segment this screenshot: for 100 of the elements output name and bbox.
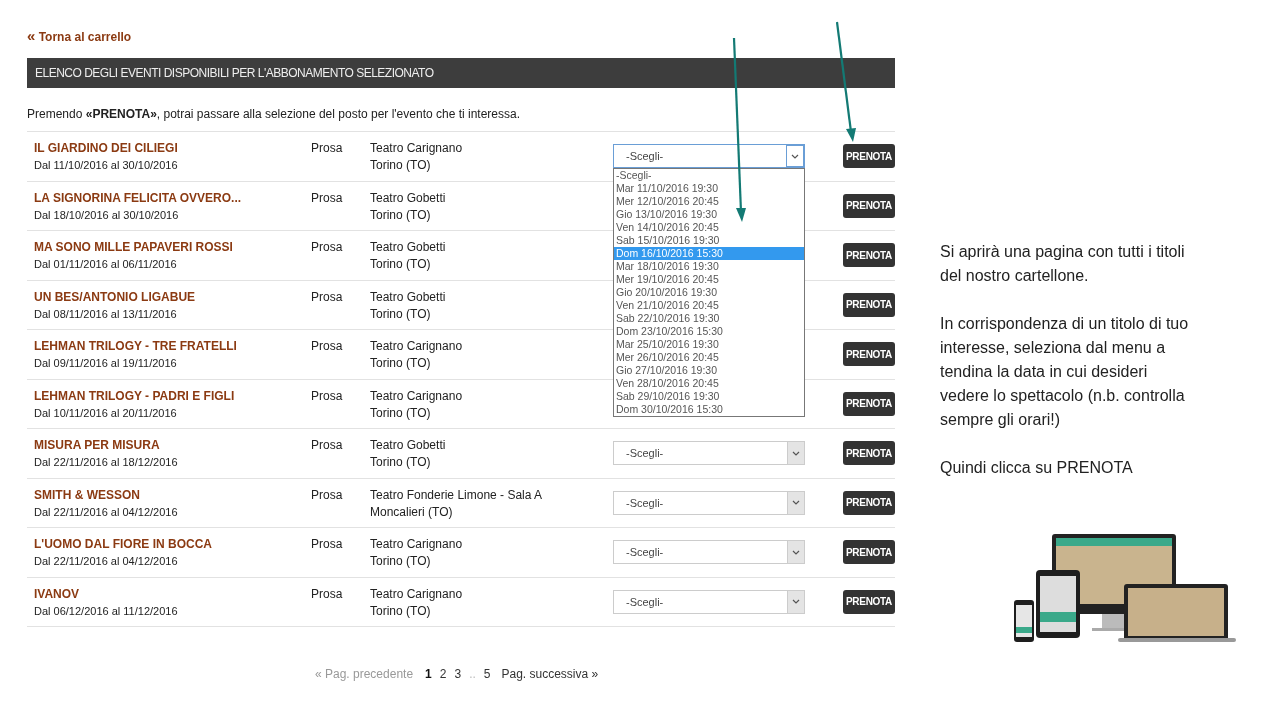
event-genre: Prosa	[311, 437, 343, 454]
instruction-text: In corrispondenza di un titolo di tuo interesse, seleziona dal menu a tendina la data in cui desideri vedere lo spettacolo (n.b. controlla sempre gli orari!)	[940, 314, 1190, 430]
event-title[interactable]: L'UOMO DAL FIORE IN BOCCA	[34, 536, 212, 553]
book-button[interactable]: PRENOTA	[843, 144, 895, 168]
event-genre: Prosa	[311, 140, 343, 157]
chevron-down-icon	[791, 153, 799, 159]
book-button[interactable]: PRENOTA	[843, 391, 895, 416]
venue-city: Torino (TO)	[370, 553, 431, 570]
date-dropdown[interactable]: -Scegli-	[613, 144, 805, 168]
event-title[interactable]: IL GIARDINO DEI CILIEGI	[34, 140, 178, 157]
event-title[interactable]: SMITH & WESSON	[34, 486, 140, 504]
dropdown-option[interactable]: Gio 13/10/2016 19:30	[614, 208, 804, 221]
event-title[interactable]: UN BES/ANTONIO LIGABUE	[34, 288, 196, 306]
book-button[interactable]: PRENOTA	[843, 589, 895, 614]
venue-name: Teatro Carignano	[370, 338, 463, 355]
event-title[interactable]: MA SONO MILLE PAPAVERI ROSSI	[34, 239, 233, 256]
venue-city: Torino (TO)	[370, 256, 431, 273]
venue-name: Teatro Gobetti	[370, 288, 446, 306]
venue-city: Torino (TO)	[370, 355, 431, 372]
venue-city: Torino (TO)	[370, 305, 431, 323]
event-title[interactable]: LEHMAN TRILOGY - TRE FRATELLI	[34, 338, 237, 355]
event-dates: Dal 22/11/2016 al 18/12/2016	[34, 455, 178, 470]
event-dates: Dal 22/11/2016 al 04/12/2016	[34, 554, 178, 569]
dropdown-option[interactable]: Dom 30/10/2016 15:30	[614, 403, 804, 416]
event-genre: Prosa	[311, 585, 343, 603]
next-page-link[interactable]: Pag. successiva »	[501, 667, 599, 681]
venue-name: Teatro Carignano	[370, 585, 463, 603]
event-title[interactable]: IVANOV	[34, 585, 80, 603]
dropdown-option[interactable]: Dom 23/10/2016 15:30	[614, 325, 804, 338]
dropdown-option[interactable]: Ven 21/10/2016 20:45	[614, 299, 804, 312]
venue-name: Teatro Carignano	[370, 536, 463, 553]
dropdown-option[interactable]: Mer 26/10/2016 20:45	[614, 351, 804, 364]
page-link[interactable]: 2	[439, 667, 447, 681]
event-dates: Dal 18/10/2016 al 30/10/2016	[34, 207, 179, 223]
event-dates: Dal 08/11/2016 al 13/11/2016	[34, 306, 177, 322]
event-title[interactable]: LA SIGNORINA FELICITA OVVERO...	[34, 189, 242, 207]
event-dates: Dal 09/11/2016 al 19/11/2016	[34, 356, 177, 371]
dropdown-option[interactable]: Ven 14/10/2016 20:45	[614, 221, 804, 234]
intro-text: Premendo «PRENOTA», potrai passare alla selezione del posto per l'evento che ti interessa.	[27, 106, 521, 122]
venue-name: Teatro Gobetti	[370, 239, 446, 256]
chevron-down-icon	[792, 549, 800, 555]
venue-name: Teatro Carignano	[370, 387, 463, 405]
dropdown-option[interactable]: Mer 19/10/2016 20:45	[614, 273, 804, 286]
venue-city: Torino (TO)	[370, 454, 431, 471]
dropdown-option[interactable]: Ven 28/10/2016 20:45	[614, 377, 804, 390]
chevron-down-icon	[792, 450, 800, 456]
book-button[interactable]: PRENOTA	[843, 292, 895, 317]
venue-city: Torino (TO)	[370, 602, 431, 620]
venue-name: Teatro Gobetti	[370, 437, 446, 454]
event-genre: Prosa	[311, 239, 343, 256]
event-dates: Dal 06/12/2016 al 11/12/2016	[34, 603, 178, 619]
chevron-down-icon	[792, 500, 800, 505]
event-dates: Dal 22/11/2016 al 04/12/2016	[34, 504, 178, 520]
venue-city: Torino (TO)	[370, 157, 431, 174]
event-genre: Prosa	[311, 536, 343, 553]
event-dates: Dal 10/11/2016 al 20/11/2016	[34, 405, 177, 421]
back-link[interactable]: « Torna al carrello	[27, 28, 132, 45]
dropdown-option[interactable]: Mar 25/10/2016 19:30	[614, 338, 804, 351]
dropdown-option[interactable]: Gio 20/10/2016 19:30	[614, 286, 804, 299]
page-link[interactable]: 1	[425, 667, 432, 681]
event-title[interactable]: MISURA PER MISURA	[34, 437, 160, 454]
date-dropdown[interactable]: -Scegli-	[613, 490, 805, 515]
dropdown-option[interactable]: Sab 15/10/2016 19:30	[614, 234, 804, 247]
event-dates: Dal 01/11/2016 al 06/11/2016	[34, 257, 177, 272]
chevron-down-icon	[792, 599, 800, 604]
venue-name: Teatro Fonderie Limone - Sala A	[370, 486, 543, 504]
book-button[interactable]: PRENOTA	[843, 441, 895, 465]
book-button[interactable]: PRENOTA	[843, 193, 895, 218]
event-genre: Prosa	[311, 288, 343, 306]
event-genre: Prosa	[311, 338, 343, 355]
date-dropdown[interactable]: -Scegli-	[613, 441, 805, 465]
dropdown-option[interactable]: Gio 27/10/2016 19:30	[614, 364, 804, 377]
instruction-text: Quindi clicca su PRENOTA	[940, 458, 1134, 478]
dropdown-option[interactable]: Sab 29/10/2016 19:30	[614, 390, 804, 403]
dropdown-option[interactable]: Mer 12/10/2016 20:45	[614, 195, 804, 208]
book-button[interactable]: PRENOTA	[843, 243, 895, 267]
dropdown-option[interactable]: Mar 18/10/2016 19:30	[614, 260, 804, 273]
page-ellipsis: ..	[469, 667, 476, 681]
venue-name: Teatro Gobetti	[370, 189, 446, 207]
event-genre: Prosa	[311, 387, 343, 405]
venue-name: Teatro Carignano	[370, 140, 463, 157]
date-dropdown[interactable]: -Scegli-	[613, 589, 805, 614]
book-button[interactable]: PRENOTA	[843, 490, 895, 515]
page-link[interactable]: 3	[454, 667, 462, 681]
event-dates: Dal 11/10/2016 al 30/10/2016	[34, 158, 178, 173]
venue-city: Torino (TO)	[370, 404, 431, 422]
dropdown-option[interactable]: Sab 22/10/2016 19:30	[614, 312, 804, 325]
page-link[interactable]: 5	[483, 667, 491, 681]
book-button[interactable]: PRENOTA	[843, 342, 895, 366]
dropdown-option[interactable]: -Scegli-	[614, 169, 804, 182]
dropdown-option[interactable]: Mar 11/10/2016 19:30	[614, 182, 804, 195]
venue-city: Torino (TO)	[370, 206, 431, 224]
event-genre: Prosa	[311, 189, 343, 207]
date-dropdown[interactable]: -Scegli-	[613, 540, 805, 564]
section-header: ELENCO DEGLI EVENTI DISPONIBILI PER L'ABBONAMENTO SELEZIONATO	[27, 58, 895, 88]
instruction-text: Si aprirà una pagina con tutti i titoli del nostro cartellone.	[940, 242, 1186, 286]
event-genre: Prosa	[311, 486, 343, 504]
event-title[interactable]: LEHMAN TRILOGY - PADRI E FIGLI	[34, 387, 235, 405]
venue-city: Moncalieri (TO)	[370, 503, 453, 521]
book-button[interactable]: PRENOTA	[843, 540, 895, 564]
